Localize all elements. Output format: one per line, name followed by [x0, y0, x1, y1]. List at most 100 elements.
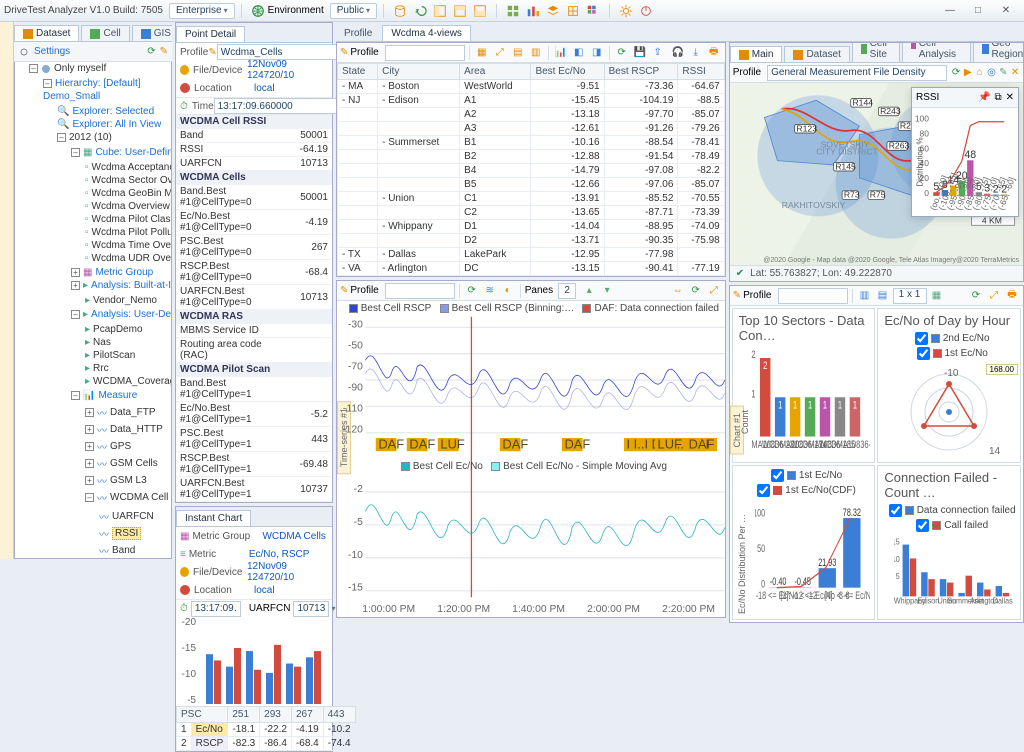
refresh-icon[interactable]: ⟳ — [147, 46, 155, 57]
pd-time-input[interactable] — [214, 98, 354, 114]
settings-row[interactable]: Settings ⟳ ✎ — [14, 42, 172, 62]
map-tab[interactable]: Cell Site — [852, 43, 900, 62]
tree-item[interactable]: ▸PcapDemo — [85, 323, 172, 336]
m-i1[interactable]: ▶ — [963, 65, 973, 81]
ts-i5[interactable]: ⤢ — [706, 283, 722, 299]
copy-icon[interactable]: ⧉ — [994, 92, 1001, 103]
tb-export[interactable]: ⤓ — [688, 45, 704, 61]
tree-item[interactable]: ▫Wcdma Time Overview — [85, 239, 172, 252]
tree-item[interactable]: ▫Wcdma GeoBin Metric — [85, 187, 172, 200]
tb-print[interactable]: 🖶 — [706, 45, 722, 61]
tree-item[interactable]: +〰GPS — [85, 438, 172, 455]
tb-refresh[interactable]: ⟳ — [614, 45, 630, 61]
ts-i1[interactable]: ≋ — [482, 283, 498, 299]
ts-refresh[interactable]: ⟳ — [464, 283, 480, 299]
bars-icon[interactable] — [525, 3, 541, 19]
tree-item[interactable]: +〰GSM L3 — [85, 472, 172, 489]
data-grid[interactable]: StateCityAreaBest Ec/NoBest RSCPRSSI- MA… — [337, 63, 725, 276]
ts-i4[interactable]: ⟳ — [688, 283, 704, 299]
tb-save[interactable]: 💾 — [632, 45, 648, 61]
pin-icon[interactable]: 📌 — [978, 92, 990, 103]
c3-leg1[interactable] — [771, 469, 784, 482]
c2-leg2[interactable] — [917, 347, 930, 360]
map-tab[interactable]: Main — [730, 46, 783, 62]
pd-table[interactable]: WCDMA Cell RSSIBand50001RSSI-64.19UARFCN… — [176, 115, 332, 502]
tree-item[interactable]: +〰Data_HTTP — [85, 421, 172, 438]
c3-leg2[interactable] — [757, 484, 770, 497]
map-tab[interactable]: Geo Region — [973, 43, 1023, 62]
tree-item[interactable]: 〰RSSI — [99, 525, 172, 542]
tab-cell[interactable]: Cell — [81, 25, 129, 41]
tree-item[interactable]: ▸PilotScan — [85, 349, 172, 362]
tree-item[interactable]: –〰WCDMA Cell RSSI〰UARFCN〰RSSI〰Band — [85, 489, 172, 559]
tab-point-detail[interactable]: Point Detail — [176, 26, 245, 42]
tree-item[interactable]: ▸Rrc — [85, 362, 172, 375]
pencil-icon[interactable]: ✎ — [733, 290, 741, 301]
ic-time[interactable] — [191, 601, 241, 617]
grid-icon[interactable] — [505, 3, 521, 19]
tab-gis[interactable]: GIS — [132, 25, 172, 41]
tb-ic6[interactable]: ◧ — [571, 45, 587, 61]
close-button[interactable]: ✕ — [992, 2, 1020, 20]
ts-panes[interactable] — [558, 283, 576, 299]
tree-item[interactable]: ▫Wcdma Overview — [85, 200, 172, 213]
env-dropdown[interactable]: Public — [330, 3, 377, 19]
tree-item[interactable]: ▫Wcdma Pilot Pollution Per Sector — [85, 226, 172, 239]
tab-wcdma-4views[interactable]: Wcdma 4-views — [382, 25, 471, 41]
tree-item[interactable]: ▫Wcdma Sector Overview — [85, 174, 172, 187]
layout2-icon[interactable] — [452, 3, 468, 19]
tree-item[interactable]: ▸WCDMA_Coverage_All — [85, 375, 172, 388]
m-i4[interactable]: ✎ — [998, 65, 1008, 81]
minimize-button[interactable]: — — [936, 2, 964, 20]
c4-leg1[interactable] — [889, 504, 902, 517]
grid-profile-drop[interactable] — [385, 45, 465, 61]
ch-i2[interactable]: ▤ — [875, 288, 891, 304]
edition-dropdown[interactable]: Enterprise — [169, 3, 235, 19]
layout1-icon[interactable] — [432, 3, 448, 19]
layout3-icon[interactable] — [472, 3, 488, 19]
power-icon[interactable] — [638, 3, 654, 19]
maximize-button[interactable]: □ — [964, 2, 992, 20]
tb-ic7[interactable]: ◨ — [589, 45, 605, 61]
tb-ic3[interactable]: ▤ — [510, 45, 526, 61]
tree-item[interactable]: ▫Wcdma Pilot Class Per Sector — [85, 213, 172, 226]
ts-up[interactable]: ▴ — [581, 283, 597, 299]
tree-item[interactable]: ▸Nas — [85, 336, 172, 349]
tree-item[interactable]: ▫Wcdma Acceptance Metric — [85, 161, 172, 174]
layers-icon[interactable] — [545, 3, 561, 19]
m-i5[interactable]: ✕ — [1010, 65, 1020, 81]
tb-ic1[interactable]: ▦ — [474, 45, 490, 61]
db-icon[interactable] — [392, 3, 408, 19]
tb-ic5[interactable]: 📊 — [553, 45, 569, 61]
dataset-tree[interactable]: –Only myself –Hierarchy: [Default] Demo_… — [14, 62, 172, 559]
ch-gr[interactable]: ▦ — [929, 288, 945, 304]
map-tab[interactable]: Dataset — [784, 46, 849, 62]
ic-uarfcn[interactable] — [293, 601, 329, 617]
tree-item[interactable]: ▫Wcdma UDR Overview — [85, 252, 172, 265]
m-i2[interactable]: ⌂ — [975, 65, 985, 81]
pencil-icon[interactable]: ✎ — [340, 285, 348, 296]
map-profile-drop[interactable] — [767, 65, 947, 81]
tree-item[interactable]: +〰Data_FTP — [85, 404, 172, 421]
ts-i2[interactable]: ◐ — [500, 283, 516, 299]
tab-instant-chart[interactable]: Instant Chart — [176, 510, 251, 526]
ch-profile-drop[interactable] — [778, 288, 848, 304]
tb-ic2[interactable]: ⤢ — [492, 45, 508, 61]
c2-leg1[interactable] — [915, 332, 928, 345]
tb-sound[interactable]: 🎧 — [670, 45, 686, 61]
close-icon[interactable]: ✕ — [1006, 92, 1014, 103]
tree-item[interactable]: 〰Band — [99, 542, 172, 559]
bars2-icon[interactable] — [565, 3, 581, 19]
edit-icon[interactable]: ✎ — [160, 46, 168, 57]
pencil-icon[interactable]: ✎ — [208, 47, 216, 58]
map-tab[interactable]: Dataset-Cell Analysis — [902, 43, 971, 62]
tb-share[interactable]: ⇪ — [650, 45, 666, 61]
m-i3[interactable]: ◎ — [987, 65, 997, 81]
pencil-icon[interactable]: ✎ — [340, 47, 348, 58]
ts-dn[interactable]: ▾ — [599, 283, 615, 299]
c4-leg2[interactable] — [916, 519, 929, 532]
tab-dataset[interactable]: Dataset — [14, 25, 79, 41]
ts-i3[interactable]: ⇔ — [670, 283, 686, 299]
ic-uarfcn-drop[interactable] — [329, 603, 335, 614]
ts-profile-drop[interactable] — [385, 283, 455, 299]
